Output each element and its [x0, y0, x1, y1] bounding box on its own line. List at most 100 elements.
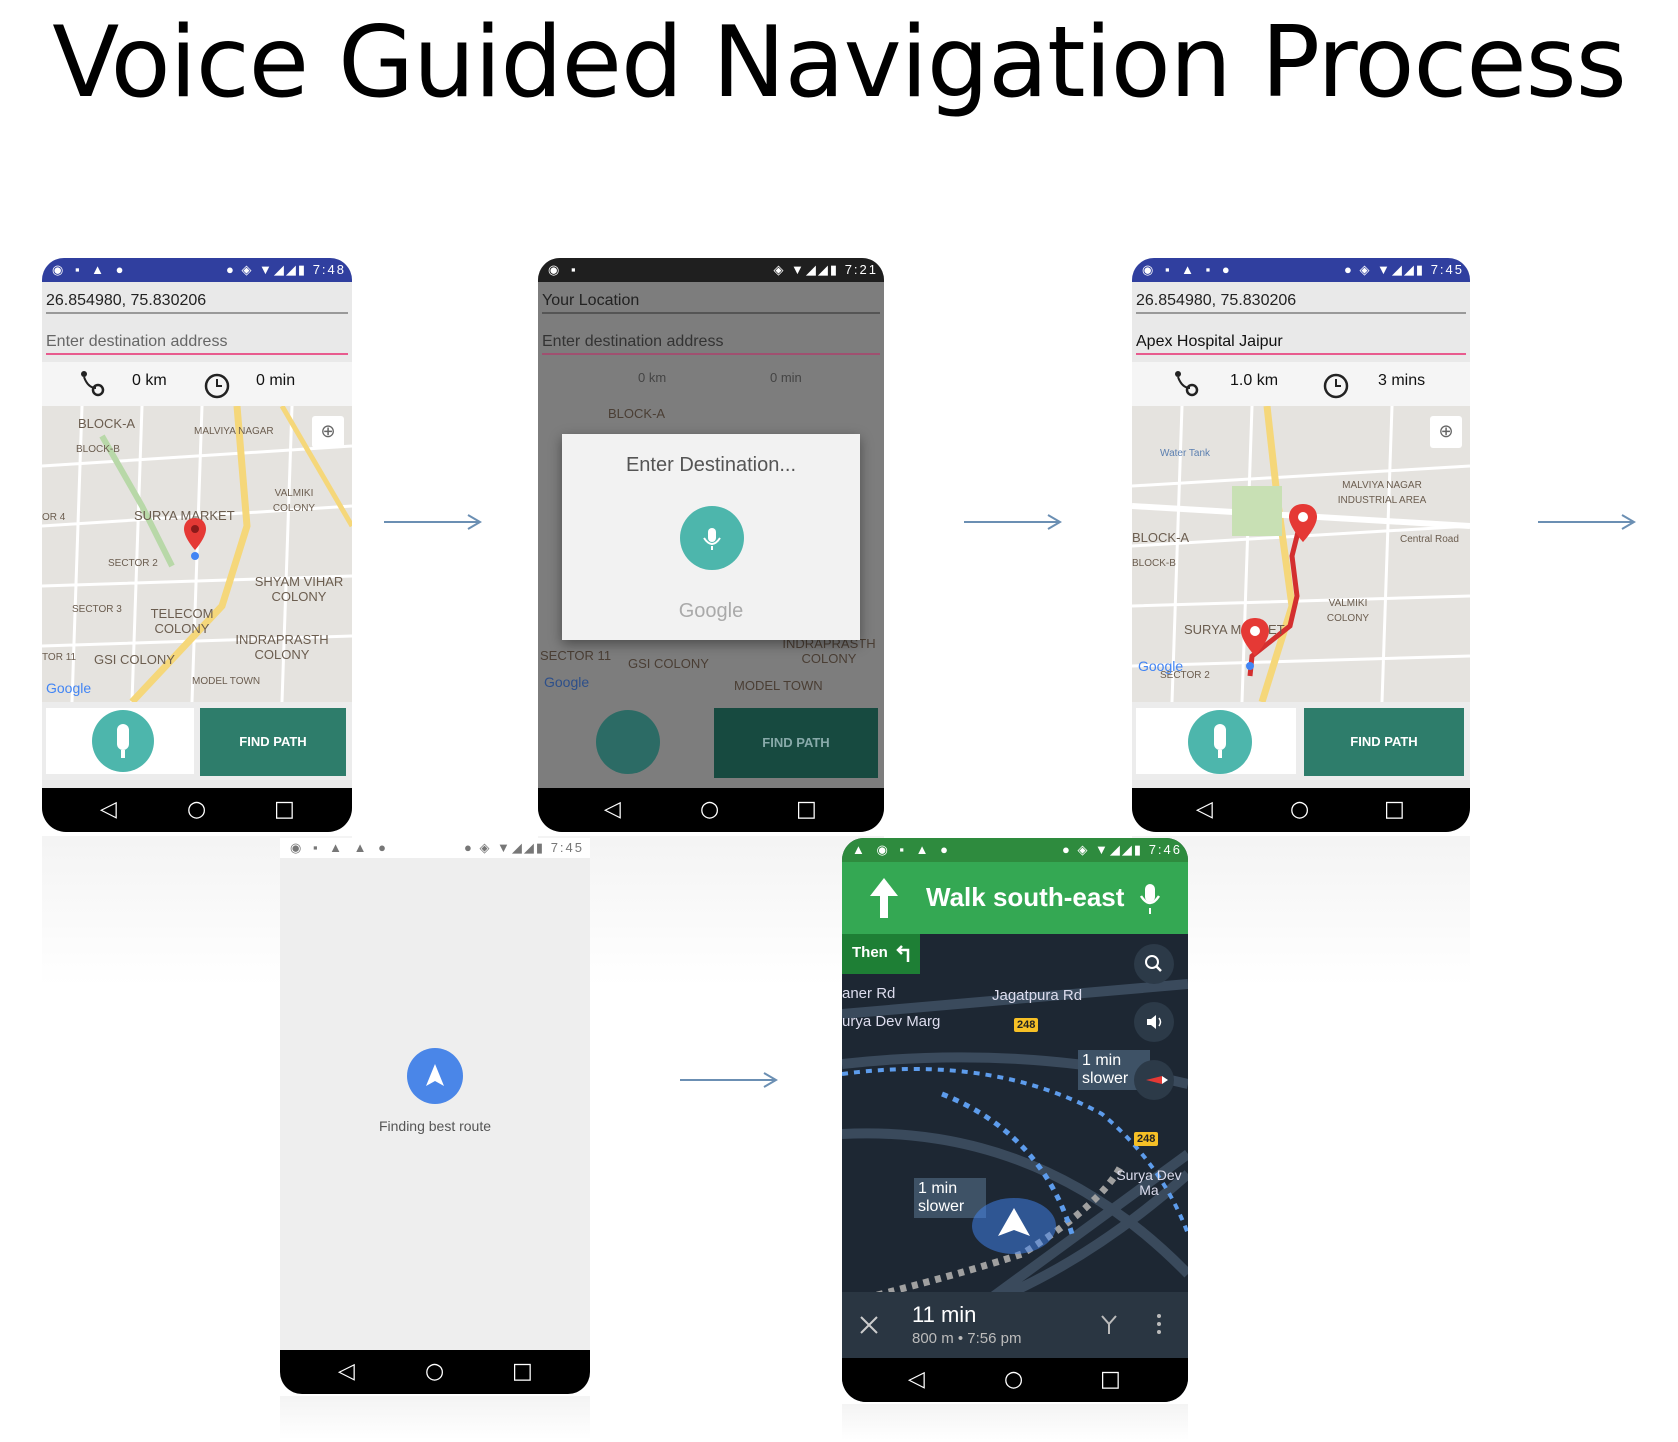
- home-icon[interactable]: ○: [425, 1359, 444, 1384]
- route-stats: 0 km 0 min: [42, 362, 352, 406]
- find-path-button[interactable]: FIND PATH: [200, 708, 346, 776]
- close-icon[interactable]: [858, 1314, 880, 1336]
- recents-icon[interactable]: □: [1384, 797, 1405, 822]
- road-label: urya Dev Marg: [842, 1013, 941, 1030]
- phone-reflection: [280, 1396, 590, 1440]
- android-nav-bar: ◁ ○ □: [280, 1350, 590, 1394]
- phone-screen-1: ◉ ▪ ▲ ● ● ◈ ▼◢◢▮ 7:48 26.854980, 75.8302…: [42, 258, 352, 832]
- current-position-marker: [972, 1198, 1056, 1254]
- google-logo: Google: [1138, 658, 1184, 674]
- recents-icon[interactable]: □: [796, 797, 817, 822]
- back-icon[interactable]: ◁: [604, 797, 621, 822]
- microphone-icon: [1214, 724, 1226, 758]
- more-options-icon[interactable]: [1154, 1312, 1164, 1336]
- road-label: Jagatpura Rd: [992, 987, 1083, 1004]
- instruction-banner: Walk south-east: [842, 862, 1188, 934]
- map-label: SECTOR 2: [108, 558, 158, 569]
- route-loading-icon: [407, 1048, 463, 1104]
- phone-screen-4: ◉ ▪ ▲ ▲ ● ● ◈ ▼◢◢▮ 7:45 Finding best rou…: [280, 838, 590, 1394]
- turn-left-icon: [896, 945, 910, 962]
- loading-status: Finding best route: [378, 1118, 492, 1134]
- recents-icon[interactable]: □: [1100, 1367, 1121, 1392]
- back-icon[interactable]: ◁: [338, 1359, 355, 1384]
- mic-button[interactable]: [596, 710, 660, 774]
- destination-input[interactable]: Enter destination address: [542, 333, 880, 355]
- eta-minutes: 11 min: [912, 1302, 977, 1327]
- destination-input[interactable]: Apex Hospital Jaipur: [1136, 333, 1466, 355]
- map-label: SECTOR 11: [540, 648, 612, 663]
- map-view[interactable]: BLOCK-A BLOCK-B MALVIYA NAGAR VALMIKI CO…: [42, 406, 352, 702]
- my-location-button[interactable]: ⊕: [1430, 416, 1462, 448]
- map-label: OR 4: [42, 512, 66, 523]
- then-label: Then: [852, 944, 888, 961]
- microphone-icon[interactable]: [1136, 882, 1164, 918]
- android-nav-bar: ◁ ○ □: [1132, 788, 1470, 832]
- microphone-icon: [117, 724, 129, 758]
- distance-value: 1.0 km: [1230, 372, 1279, 389]
- instruction-text: Walk south-east: [926, 882, 1125, 912]
- my-location-button[interactable]: ⊕: [312, 416, 344, 448]
- destination-pin-icon: [1289, 504, 1317, 542]
- phone-screen-2: ◉ ▪ ◈ ▼◢◢▮ 7:21 Your Location Enter dest…: [538, 258, 884, 832]
- home-icon[interactable]: ○: [1290, 797, 1309, 822]
- search-icon: [1145, 955, 1162, 972]
- map-label: BLOCK-A: [78, 416, 136, 431]
- recents-icon[interactable]: □: [512, 1359, 533, 1384]
- clock-icon: [1323, 373, 1349, 399]
- map-label: SECTOR 3: [72, 604, 122, 615]
- page-title: Voice Guided Navigation Process: [52, 6, 1627, 120]
- map-label: INDRAPRASTH COLONY: [782, 636, 876, 666]
- map-label: GSI COLONY: [94, 652, 175, 667]
- route-options-icon[interactable]: [1098, 1312, 1120, 1336]
- map-label: TOR 11: [42, 652, 77, 663]
- dialog-brand: Google: [678, 600, 744, 622]
- map-label: BLOCK-A: [608, 406, 666, 421]
- mic-button[interactable]: [92, 710, 154, 772]
- location-field[interactable]: 26.854980, 75.830206: [46, 292, 348, 314]
- location-field[interactable]: 26.854980, 75.830206: [1136, 292, 1466, 314]
- route-stats: 1.0 km 3 mins: [1132, 362, 1470, 406]
- location-field[interactable]: Your Location: [542, 292, 880, 314]
- android-nav-bar: ◁ ○ □: [538, 788, 884, 832]
- compass-icon: [1146, 1076, 1168, 1084]
- map-label: Central Road: [1400, 534, 1459, 545]
- search-button[interactable]: [1134, 944, 1174, 984]
- home-icon[interactable]: ○: [187, 797, 206, 822]
- route-stats: 0 km 0 min: [538, 362, 884, 406]
- mic-button[interactable]: [1188, 710, 1252, 774]
- status-bar: ▲ ◉ ▪ ▲ ● ● ◈ ▼◢◢▮ 7:46: [842, 838, 1188, 862]
- action-bar: FIND PATH: [42, 702, 352, 780]
- back-icon[interactable]: ◁: [100, 797, 117, 822]
- clock-icon: [204, 373, 230, 399]
- back-icon[interactable]: ◁: [1196, 797, 1213, 822]
- destination-input[interactable]: Enter destination address: [46, 333, 348, 355]
- phone-screen-3: ◉ ▪ ▲ ▪ ● ● ◈ ▼◢◢▮ 7:45 26.854980, 75.83…: [1132, 258, 1470, 832]
- status-bar: ◉ ▪ ◈ ▼◢◢▮ 7:21: [538, 258, 884, 282]
- home-icon[interactable]: ○: [700, 797, 719, 822]
- microphone-icon: [703, 528, 721, 550]
- volume-button[interactable]: [1134, 1002, 1174, 1042]
- map-view[interactable]: Water Tank MALVIYA NAGAR INDUSTRIAL AREA…: [1132, 406, 1470, 702]
- android-nav-bar: ◁ ○ □: [42, 788, 352, 832]
- map-label: MALVIYA NAGAR: [194, 426, 274, 437]
- map-label: BLOCK-B: [76, 444, 120, 455]
- voice-mic-button[interactable]: [680, 506, 744, 570]
- voice-dialog: Enter Destination... Google: [562, 434, 860, 640]
- map-label: GSI COLONY: [628, 656, 709, 671]
- dialog-title: Enter Destination...: [625, 454, 797, 476]
- google-logo: Google: [46, 680, 92, 696]
- time-value: 0 min: [770, 370, 802, 385]
- map-label: SHYAM VIHAR COLONY: [254, 574, 344, 604]
- back-icon[interactable]: ◁: [908, 1367, 925, 1392]
- distance-value: 0 km: [638, 370, 667, 385]
- straight-arrow-icon: [870, 878, 898, 918]
- time-value: 0 min: [256, 372, 296, 389]
- find-path-button[interactable]: FIND PATH: [714, 708, 878, 778]
- map-label: INDRAPRASTH COLONY: [235, 632, 329, 662]
- find-path-button[interactable]: FIND PATH: [1304, 708, 1464, 776]
- home-icon[interactable]: ○: [1004, 1367, 1023, 1392]
- time-value: 3 mins: [1378, 372, 1426, 389]
- recents-icon[interactable]: □: [274, 797, 295, 822]
- eta-panel: 11 min 800 m • 7:56 pm: [842, 1292, 1188, 1358]
- compass-button[interactable]: [1134, 1060, 1174, 1100]
